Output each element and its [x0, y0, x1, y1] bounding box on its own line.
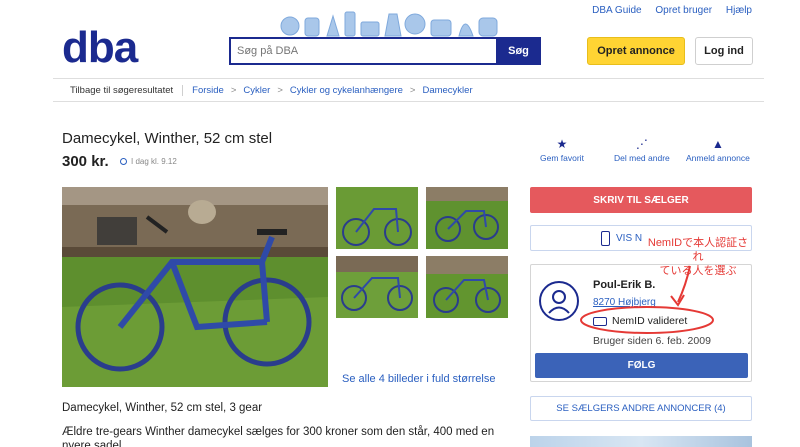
see-all-images-link[interactable]: Se alle 4 billeder i fuld størrelse: [342, 373, 495, 385]
breadcrumb-item-damecykler[interactable]: Damecykler: [422, 85, 472, 96]
breadcrumb: Tilbage til søgeresultatet Forside > Cyk…: [70, 85, 473, 96]
breadcrumb-separator: >: [230, 85, 237, 96]
listing-price: 300 kr.: [62, 153, 109, 170]
breadcrumb-item-forside[interactable]: Forside: [192, 85, 224, 96]
share-icon: ⋰: [635, 137, 648, 151]
annotation-line-2: ている人を選ぶ: [659, 265, 737, 277]
header-illustration: [280, 11, 498, 37]
login-button[interactable]: Log ind: [695, 37, 753, 65]
star-icon: ★: [556, 137, 568, 151]
back-to-results-link[interactable]: Tilbage til søgeresultatet: [70, 85, 184, 96]
breadcrumb-divider: [53, 101, 764, 102]
breadcrumb-item-cykler-og-cykelanhaengere[interactable]: Cykler og cykelanhængere: [290, 85, 403, 96]
seller-location[interactable]: 8270 Højbjerg: [593, 297, 656, 308]
dba-guide-link[interactable]: DBA Guide: [592, 5, 641, 16]
follow-button[interactable]: FØLG: [535, 353, 748, 378]
nemid-label: NemID valideret: [612, 315, 688, 327]
search-bar: Søg: [229, 37, 541, 65]
save-favorite-action[interactable]: ★ Gem favorit: [540, 137, 584, 163]
thumbnail-2[interactable]: [426, 187, 508, 249]
report-action[interactable]: ▲ Anmeld annonce: [686, 137, 750, 163]
seller-card: Poul-Erik B. 8270 Højbjerg NemID valider…: [530, 264, 752, 382]
annotation-line-1: NemIDで本人認証され: [647, 237, 749, 263]
svg-text:dba: dba: [62, 28, 139, 68]
write-to-seller-button[interactable]: SKRIV TIL SÆLGER: [530, 187, 752, 213]
thumbnail-4[interactable]: [426, 256, 508, 318]
member-since: Bruger siden 6. feb. 2009: [593, 335, 711, 347]
phone-icon: [601, 230, 610, 246]
posted-date: I dag kl. 9.12: [120, 157, 177, 166]
search-input[interactable]: [229, 37, 496, 65]
save-favorite-label: Gem favorit: [540, 153, 584, 163]
breadcrumb-item-cykler[interactable]: Cykler: [243, 85, 270, 96]
seller-name: Poul-Erik B.: [593, 279, 656, 291]
thumbnail-1[interactable]: [336, 187, 418, 249]
description-body: Ældre tre-gears Winther damecykel sælges…: [62, 426, 495, 447]
description-heading: Damecykel, Winther, 52 cm stel, 3 gear: [62, 402, 263, 414]
share-action[interactable]: ⋰ Del med andre: [614, 137, 670, 163]
listing-title: Damecykel, Winther, 52 cm stel: [62, 130, 273, 147]
seller-other-ads-button[interactable]: SE SÆLGERS ANDRE ANNONCER (4): [530, 396, 752, 421]
dba-logo[interactable]: dba: [62, 28, 160, 68]
main-photo[interactable]: [62, 187, 328, 387]
breadcrumb-separator: >: [409, 85, 416, 96]
breadcrumb-separator: >: [277, 85, 283, 96]
annotation-text: NemIDで本人認証され ている人を選ぶ: [643, 236, 753, 278]
report-label: Anmeld annonce: [686, 153, 750, 163]
user-icon: [548, 290, 570, 314]
show-number-label: VIS N: [616, 232, 643, 244]
create-user-link[interactable]: Opret bruger: [655, 5, 712, 16]
create-listing-button[interactable]: Opret annonce: [587, 37, 685, 65]
posted-date-text: I dag kl. 9.12: [131, 157, 177, 166]
thumbnail-3[interactable]: [336, 256, 418, 318]
avatar: [539, 281, 579, 321]
id-card-icon: [593, 316, 607, 326]
clock-icon: [120, 158, 127, 165]
top-links: DBA Guide Opret bruger Hjælp: [581, 5, 752, 16]
banner-strip: [530, 436, 752, 447]
share-label: Del med andre: [614, 153, 670, 163]
search-button[interactable]: Søg: [496, 37, 541, 65]
nemid-badge: NemID valideret: [593, 315, 687, 327]
help-link[interactable]: Hjælp: [726, 5, 752, 16]
header-divider: [53, 78, 764, 79]
warning-icon: ▲: [711, 137, 724, 151]
